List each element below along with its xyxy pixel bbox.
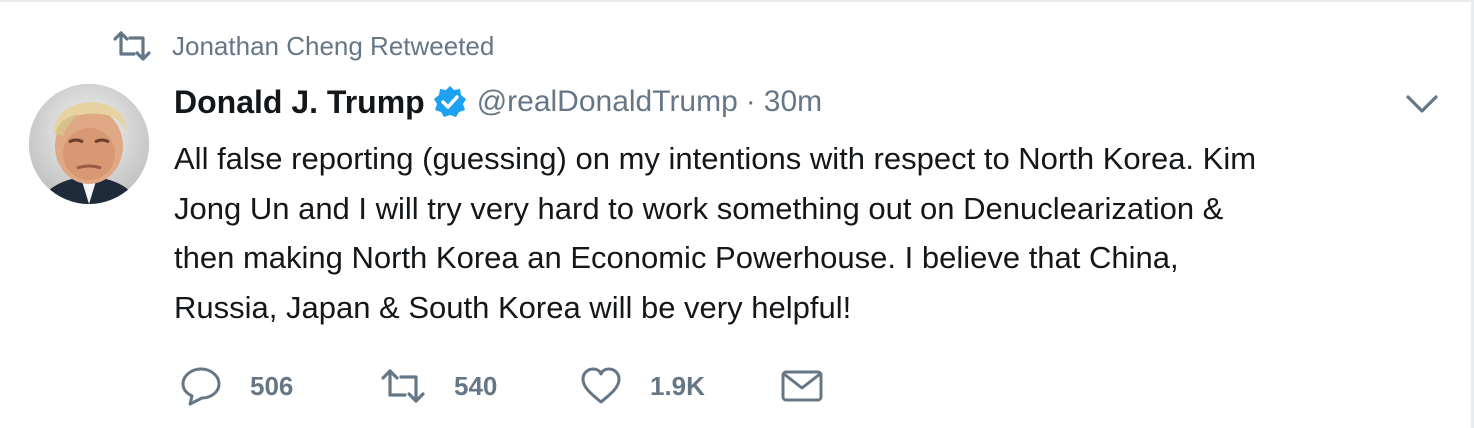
retweet-context: Jonathan Cheng Retweeted xyxy=(112,28,494,64)
handle[interactable]: @realDonaldTrump xyxy=(477,85,738,119)
tweet-text-line: Jong Un and I will try very hard to work… xyxy=(174,190,1224,226)
like-count: 1.9K xyxy=(650,370,705,401)
direct-message-button[interactable] xyxy=(780,368,824,404)
reply-count: 506 xyxy=(250,370,294,401)
tweet-text-line: Russia, Japan & South Korea will be very… xyxy=(174,289,852,325)
timestamp[interactable]: 30m xyxy=(764,85,822,119)
retweet-icon xyxy=(381,369,425,403)
tweet-actions: 506 540 1.9K xyxy=(180,362,824,410)
tweet-text-line: All false reporting (guessing) on my int… xyxy=(174,141,1257,176)
retweet-count: 540 xyxy=(454,370,498,401)
reply-button[interactable]: 506 xyxy=(180,366,380,406)
tweet-header: Donald J. Trump @realDonaldTrump · 30m xyxy=(174,80,822,124)
like-button[interactable]: 1.9K xyxy=(580,367,780,405)
retweet-context-label[interactable]: Jonathan Cheng Retweeted xyxy=(172,31,494,62)
heart-icon xyxy=(581,367,621,404)
top-divider xyxy=(0,0,1474,2)
verified-badge-icon xyxy=(433,86,466,117)
retweet-button[interactable]: 540 xyxy=(380,368,580,404)
tweet-text-line: then making North Korea an Economic Powe… xyxy=(174,240,1179,275)
separator: · xyxy=(745,85,756,118)
retweet-icon xyxy=(113,31,151,61)
avatar-image xyxy=(29,84,149,204)
display-name[interactable]: Donald J. Trump xyxy=(174,84,425,121)
reply-icon xyxy=(181,367,221,406)
avatar[interactable] xyxy=(29,84,149,204)
envelope-icon xyxy=(781,370,823,402)
chevron-down-icon[interactable] xyxy=(1404,92,1440,116)
tweet-text: All false reporting (guessing) on my int… xyxy=(174,134,1434,332)
